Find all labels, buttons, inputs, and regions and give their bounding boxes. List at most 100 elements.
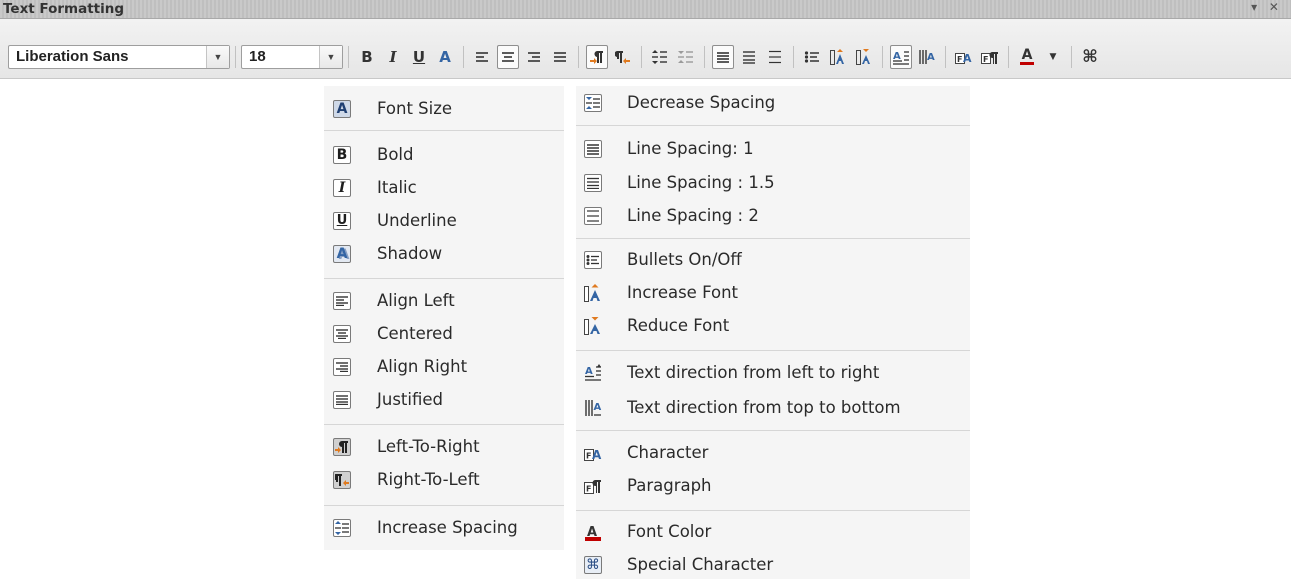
line-spacing-2-button[interactable] <box>764 45 786 69</box>
menu-label: Italic <box>377 178 417 197</box>
align-center-icon <box>332 324 352 344</box>
menu-item-right-to-left[interactable]: Right-To-Left <box>324 463 564 496</box>
menu-separator <box>576 430 970 431</box>
align-right-button[interactable] <box>523 45 545 69</box>
menu-label: Line Spacing : 2 <box>627 206 759 225</box>
toolbar-window-controls[interactable]: ▾ ✕ <box>1251 0 1283 14</box>
svg-text:A: A <box>963 52 972 65</box>
toolbar-commands-list-right: Decrease Spacing Line Spacing: 1 Line Sp… <box>576 86 970 579</box>
text-direction-ttb-icon: A <box>919 50 935 64</box>
menu-item-italic[interactable]: I Italic <box>324 171 564 204</box>
menu-item-justified[interactable]: Justified <box>324 383 564 416</box>
text-direction-ltr-button[interactable]: A <box>890 45 912 69</box>
toolbar-separator <box>793 46 794 68</box>
menu-item-increase-font[interactable]: Increase Font <box>576 276 970 309</box>
menu-label: Text direction from left to right <box>627 363 880 382</box>
bold-icon: B <box>332 145 352 165</box>
menu-item-shadow[interactable]: A Shadow <box>324 237 564 270</box>
menu-label: Paragraph <box>627 476 712 495</box>
font-color-icon: A <box>1021 47 1033 63</box>
line-spacing-1-button[interactable] <box>712 45 734 69</box>
underline-button[interactable]: U <box>408 45 430 69</box>
menu-separator <box>324 130 564 131</box>
menu-item-reduce-font[interactable]: Reduce Font <box>576 309 970 342</box>
font-size-combo[interactable]: 18 ▼ <box>241 45 343 69</box>
menu-item-line-spacing-2[interactable]: Line Spacing : 2 <box>576 199 970 232</box>
menu-item-paragraph[interactable]: F Paragraph <box>576 469 970 502</box>
menu-item-line-spacing-15[interactable]: Line Spacing : 1.5 <box>576 166 970 199</box>
paragraph-button[interactable]: F <box>979 45 1001 69</box>
special-character-button[interactable]: ⌘ <box>1079 45 1101 69</box>
justify-button[interactable] <box>549 45 571 69</box>
menu-label: Underline <box>377 211 457 230</box>
font-color-dropdown[interactable]: ▼ <box>1042 45 1064 69</box>
toolbar-separator <box>463 46 464 68</box>
menu-label: Shadow <box>377 244 443 263</box>
line-spacing-2-icon <box>583 206 603 226</box>
left-to-right-button[interactable] <box>586 45 608 69</box>
menu-item-left-to-right[interactable]: Left-To-Right <box>324 430 564 463</box>
menu-item-font-color[interactable]: A Font Color <box>576 515 970 548</box>
menu-separator <box>576 125 970 126</box>
chevron-down-icon[interactable]: ▼ <box>206 46 229 68</box>
font-color-swatch <box>1020 62 1034 65</box>
bullets-button[interactable] <box>801 45 823 69</box>
align-center-button[interactable] <box>497 45 519 69</box>
menu-item-bold[interactable]: B Bold <box>324 138 564 171</box>
menu-item-align-left[interactable]: Align Left <box>324 284 564 317</box>
increase-spacing-button[interactable] <box>649 45 671 69</box>
align-left-button[interactable] <box>471 45 493 69</box>
align-center-icon <box>502 52 514 62</box>
special-character-icon: ⌘ <box>584 555 602 574</box>
menu-label: Align Right <box>377 357 468 376</box>
toolbar-title: Text Formatting <box>3 1 125 17</box>
chevron-down-icon[interactable]: ▼ <box>319 46 342 68</box>
paragraph-icon: F <box>981 52 998 64</box>
toolbar-separator <box>348 46 349 68</box>
font-name-combo[interactable]: Liberation Sans ▼ <box>8 45 230 69</box>
bold-button[interactable]: B <box>356 45 378 69</box>
toolbar-titlebar[interactable]: Text Formatting ▾ ✕ <box>0 0 1291 19</box>
menu-item-underline[interactable]: U Underline <box>324 204 564 237</box>
menu-item-increase-spacing[interactable]: Increase Spacing <box>324 511 564 544</box>
menu-label: Line Spacing : 1.5 <box>627 173 775 192</box>
character-button[interactable]: FA <box>953 45 975 69</box>
menu-separator <box>324 424 564 425</box>
decrease-spacing-button[interactable] <box>675 45 697 69</box>
menu-item-text-direction-ltr[interactable]: A Text direction from left to right <box>576 356 970 389</box>
increase-font-button[interactable] <box>827 45 849 69</box>
toolbar-separator <box>1071 46 1072 68</box>
shadow-button[interactable]: A <box>434 45 456 69</box>
right-to-left-icon <box>615 50 630 64</box>
menu-item-bullets[interactable]: Bullets On/Off <box>576 243 970 276</box>
svg-text:A: A <box>927 52 935 63</box>
left-to-right-icon <box>590 50 603 64</box>
italic-button[interactable]: I <box>382 45 404 69</box>
menu-item-line-spacing-1[interactable]: Line Spacing: 1 <box>576 132 970 165</box>
bullets-icon <box>804 51 819 63</box>
line-spacing-15-button[interactable] <box>738 45 760 69</box>
justify-icon <box>332 390 352 410</box>
svg-text:F: F <box>586 484 591 493</box>
right-to-left-button[interactable] <box>612 45 634 69</box>
svg-text:F: F <box>983 55 988 64</box>
menu-item-centered[interactable]: Centered <box>324 317 564 350</box>
menu-label: Justified <box>377 390 443 409</box>
line-spacing-2-icon <box>769 50 781 64</box>
text-direction-ttb-button[interactable]: A <box>916 45 938 69</box>
font-name-value[interactable]: Liberation Sans <box>9 46 206 68</box>
menu-item-special-character[interactable]: ⌘ Special Character <box>576 548 970 581</box>
toolbar-separator <box>235 46 236 68</box>
menu-label: Line Spacing: 1 <box>627 139 754 158</box>
reduce-font-button[interactable] <box>853 45 875 69</box>
align-left-icon <box>332 291 352 311</box>
menu-item-character[interactable]: FA Character <box>576 436 970 469</box>
menu-item-font-size[interactable]: A Font Size <box>324 92 564 125</box>
menu-label: Align Left <box>377 291 455 310</box>
text-direction-ltr-icon: A <box>893 51 909 65</box>
menu-item-align-right[interactable]: Align Right <box>324 350 564 383</box>
menu-item-text-direction-ttb[interactable]: A Text direction from top to bottom <box>576 391 970 424</box>
menu-item-decrease-spacing[interactable]: Decrease Spacing <box>576 86 970 119</box>
font-color-button[interactable]: A <box>1016 45 1038 69</box>
font-size-value[interactable]: 18 <box>242 46 319 68</box>
